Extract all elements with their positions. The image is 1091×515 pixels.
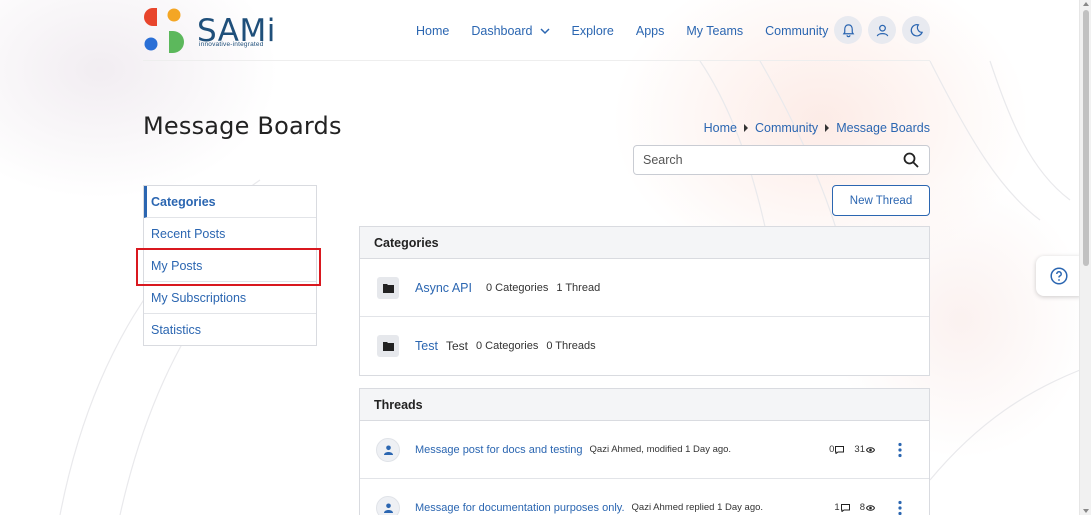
sidebar-item-categories[interactable]: Categories [144,186,316,218]
category-description: Test [445,339,468,353]
brand-tagline: innovative-integrated [199,41,264,48]
nav-my-teams[interactable]: My Teams [686,18,743,44]
thread-stats: 1 8 [834,502,875,513]
thread-count: 0 Threads [546,340,596,352]
nav-my-teams-label: My Teams [686,24,744,38]
breadcrumb-message-boards[interactable]: Message Boards [836,121,930,135]
folder-icon [377,335,399,357]
thread-stats: 0 31 [829,444,875,455]
reply-count: 1 [834,502,850,513]
reply-count-value: 0 [829,444,835,455]
brand-logo[interactable]: SAMi innovative-integrated [143,7,275,55]
main-nav: Home Dashboard Explore Apps My Teams Com… [416,18,867,44]
nav-explore[interactable]: Explore [572,18,614,44]
breadcrumb-separator-icon [825,124,830,132]
breadcrumb-separator-icon [743,124,748,132]
thread-title-link[interactable]: Message for documentation purposes only. [415,502,625,514]
logo-mark-icon [144,8,184,53]
sidebar-nav: Categories Recent Posts My Posts My Subs… [143,185,317,346]
theme-toggle-button[interactable] [902,16,930,44]
view-count-value: 31 [854,444,865,455]
folder-icon [377,276,399,299]
sidebar-item-recent-posts[interactable]: Recent Posts [144,218,316,250]
sidebar-item-statistics[interactable]: Statistics [144,314,316,345]
sidebar-item-label: Statistics [151,322,202,337]
moon-icon [910,23,923,36]
nav-apps[interactable]: Apps [636,18,665,44]
site-header: SAMi innovative-integrated Home Dashboar… [143,0,930,61]
page-scrollbar[interactable] [1079,0,1091,515]
sidebar-item-label: My Subscriptions [151,290,247,305]
scrollbar-thumb[interactable] [1083,10,1089,266]
avatar [376,495,400,515]
nav-home-label: Home [416,24,450,38]
nav-apps-label: Apps [635,24,665,38]
comment-icon [840,503,850,512]
header-actions [834,16,930,44]
thread-title-link[interactable]: Message post for docs and testing [415,444,583,456]
nav-dashboard[interactable]: Dashboard [471,18,550,44]
sidebar-item-label: My Posts [151,258,203,273]
thread-row: Message post for docs and testing Qazi A… [360,421,929,479]
reply-count: 0 [829,444,845,455]
view-count-value: 8 [859,502,865,513]
category-name-link[interactable]: Async API [415,281,472,295]
view-count: 8 [860,502,875,513]
nav-explore-label: Explore [571,24,614,38]
nav-community-label: Community [765,24,829,38]
breadcrumb-home[interactable]: Home [704,121,737,135]
nav-home[interactable]: Home [416,18,449,44]
scroll-down-icon[interactable] [1083,509,1089,513]
comment-icon [835,445,845,454]
avatar [376,437,400,462]
sidebar-item-label: Categories [151,194,216,209]
search-input[interactable] [634,146,884,174]
category-name-link[interactable]: Test [415,339,438,353]
sidebar-item-my-posts[interactable]: My Posts [144,250,316,282]
reply-count-value: 1 [834,502,840,513]
categories-panel: Categories Async API 0 Categories 1 Thre… [359,226,930,376]
more-options-icon[interactable] [897,500,903,515]
view-count: 31 [854,444,875,455]
eye-icon [866,504,875,511]
user-icon [383,503,393,513]
user-icon [383,445,393,455]
bell-icon [842,23,854,37]
thread-count: 1 Thread [556,281,601,294]
category-row: Test Test 0 Categories 0 Threads [360,317,929,375]
sidebar-item-label: Recent Posts [151,226,226,241]
page-title: Message Boards [143,112,342,140]
category-count: 0 Categories [475,340,539,352]
thread-meta: Qazi Ahmed, modified 1 Day ago. [589,444,732,455]
notifications-button[interactable] [834,16,862,44]
threads-panel: Threads Message post for docs and testin… [359,388,930,515]
new-thread-button[interactable]: New Thread [832,185,930,216]
more-options-icon[interactable] [897,442,903,458]
thread-row: Message for documentation purposes only.… [360,479,929,515]
help-icon [1049,267,1068,285]
thread-meta: Qazi Ahmed replied 1 Day ago. [631,502,764,513]
breadcrumb: Home Community Message Boards [704,121,930,135]
scroll-up-icon[interactable] [1083,2,1089,6]
user-menu-button[interactable] [868,16,896,44]
search-box [633,145,930,175]
category-count: 0 Categories [485,281,549,294]
eye-icon [866,446,875,453]
chevron-down-icon [539,28,550,35]
sidebar-item-my-subscriptions[interactable]: My Subscriptions [144,282,316,314]
breadcrumb-community[interactable]: Community [755,121,818,135]
categories-heading: Categories [360,227,929,259]
category-row: Async API 0 Categories 1 Thread [360,259,929,317]
user-icon [876,24,888,36]
help-button[interactable] [1036,256,1081,296]
search-icon[interactable] [903,152,919,168]
threads-heading: Threads [360,389,929,421]
nav-dashboard-label: Dashboard [471,24,533,38]
